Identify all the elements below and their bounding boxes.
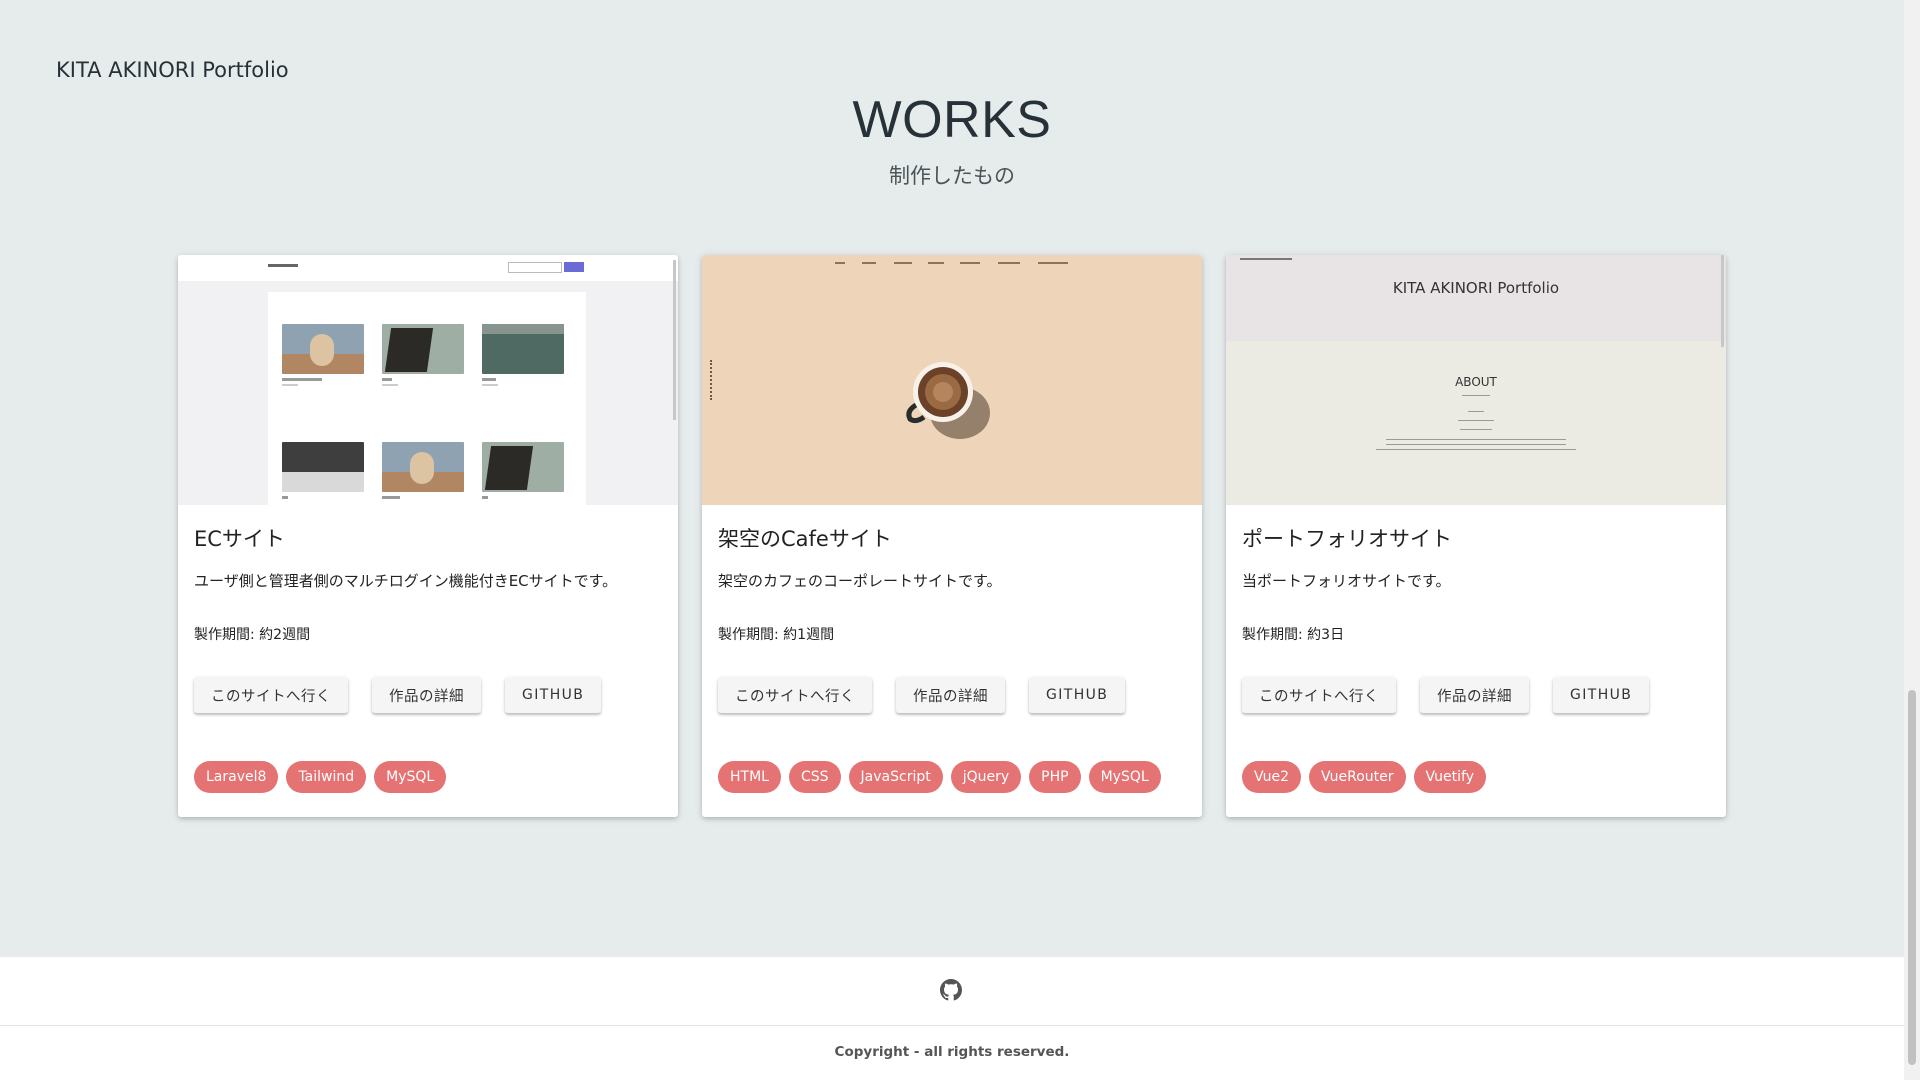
portfolio-thumb-about-title: ABOUT [1455,375,1497,389]
ec-thumb-header [178,255,678,281]
ec-product-image [282,442,364,492]
tech-tag: MySQL [374,761,447,793]
tech-tag: HTML [718,761,781,793]
work-period-label: 製作期間: [718,627,779,643]
work-title: 架空のCafeサイト [718,527,892,551]
tech-tags: Laravel8 Tailwind MySQL [194,761,447,793]
ec-product-image [382,442,464,492]
ec-product-image [482,442,564,492]
work-actions: このサイトへ行く 作品の詳細 GITHUB [1242,677,1650,713]
tech-tag: CSS [788,761,841,793]
work-period: 製作期間: 約1週間 [718,624,834,644]
tech-tag: Laravel8 [194,761,279,793]
work-title: ECサイト [194,527,285,551]
work-period-value: 約3日 [1307,627,1345,643]
work-description: ユーザ側と管理者側のマルチログイン機能付きECサイトです。 [194,572,618,590]
ec-thumb-panel [268,292,586,505]
tech-tag: Tailwind [286,761,367,793]
work-detail-button[interactable]: 作品の詳細 [372,677,481,713]
work-period: 製作期間: 約3日 [1242,624,1344,644]
work-description: 当ポートフォリオサイトです。 [1242,572,1451,590]
page-scrollbar[interactable] [1904,0,1920,1080]
portfolio-thumb-brand: KITA AKINORI Portfolio [1392,279,1560,297]
ec-product-image [382,324,464,374]
work-card-ec: ECサイト ユーザ側と管理者側のマルチログイン機能付きECサイトです。 製作期間… [178,255,678,817]
work-detail-button[interactable]: 作品の詳細 [896,677,1005,713]
section-subtitle: 制作したもの [889,164,1015,188]
tech-tag: Vue2 [1242,761,1302,793]
tech-tag: JavaScript [848,761,943,793]
site-footer: Copyright - all rights reserved. [0,957,1904,1080]
tech-tags: Vue2 VueRouter Vuetify [1242,761,1487,793]
scrollbar-thumb[interactable] [1908,690,1916,1065]
copyright-text: Copyright - all rights reserved. [834,1044,1070,1060]
tech-tag: PHP [1029,761,1081,793]
tech-tags: HTML CSS JavaScript jQuery PHP MySQL [718,761,1161,793]
visit-site-button[interactable]: このサイトへ行く [718,677,872,713]
tech-tag: jQuery [950,761,1022,793]
work-description: 架空のカフェのコーポレートサイトです。 [718,572,1002,590]
tech-tag: Vuetify [1413,761,1487,793]
ec-thumb-scrollbar [673,260,676,420]
work-card-portfolio: KITA AKINORI Portfolio ABOUT ポートフォリオサイト … [1226,255,1726,817]
github-button[interactable]: GITHUB [1029,677,1126,713]
github-icon[interactable] [940,979,962,1001]
visit-site-button[interactable]: このサイトへ行く [1242,677,1396,713]
footer-links [0,957,1904,1026]
portfolio-thumb-header: KITA AKINORI Portfolio [1226,255,1726,341]
work-title: ポートフォリオサイト [1242,527,1452,551]
github-button[interactable]: GITHUB [505,677,602,713]
visit-site-button[interactable]: このサイトへ行く [194,677,348,713]
work-period-label: 製作期間: [194,627,255,643]
work-actions: このサイトへ行く 作品の詳細 GITHUB [194,677,602,713]
cafe-thumb-background [702,255,1202,505]
ec-product-image [282,324,364,374]
tech-tag: MySQL [1088,761,1161,793]
portfolio-thumb-about: ABOUT [1226,341,1726,505]
work-detail-button[interactable]: 作品の詳細 [1420,677,1529,713]
work-period-value: 約1週間 [783,627,835,643]
work-period: 製作期間: 約2週間 [194,624,310,644]
ec-product-image [482,324,564,374]
github-button[interactable]: GITHUB [1553,677,1650,713]
work-actions: このサイトへ行く 作品の詳細 GITHUB [718,677,1126,713]
tech-tag: VueRouter [1309,761,1406,793]
work-period-value: 約2週間 [259,627,311,643]
work-thumbnail-portfolio: KITA AKINORI Portfolio ABOUT [1226,255,1726,505]
work-thumbnail-ec [178,255,678,505]
work-period-label: 製作期間: [1242,627,1303,643]
section-title: WORKS [852,91,1052,149]
portfolio-thumb-scrollbar [1721,255,1724,347]
work-card-cafe: 架空のCafeサイト 架空のカフェのコーポレートサイトです。 製作期間: 約1週… [702,255,1202,817]
work-thumbnail-cafe [702,255,1202,505]
site-brand[interactable]: KITA AKINORI Portfolio [56,58,289,82]
coffee-cup-icon [906,362,990,439]
